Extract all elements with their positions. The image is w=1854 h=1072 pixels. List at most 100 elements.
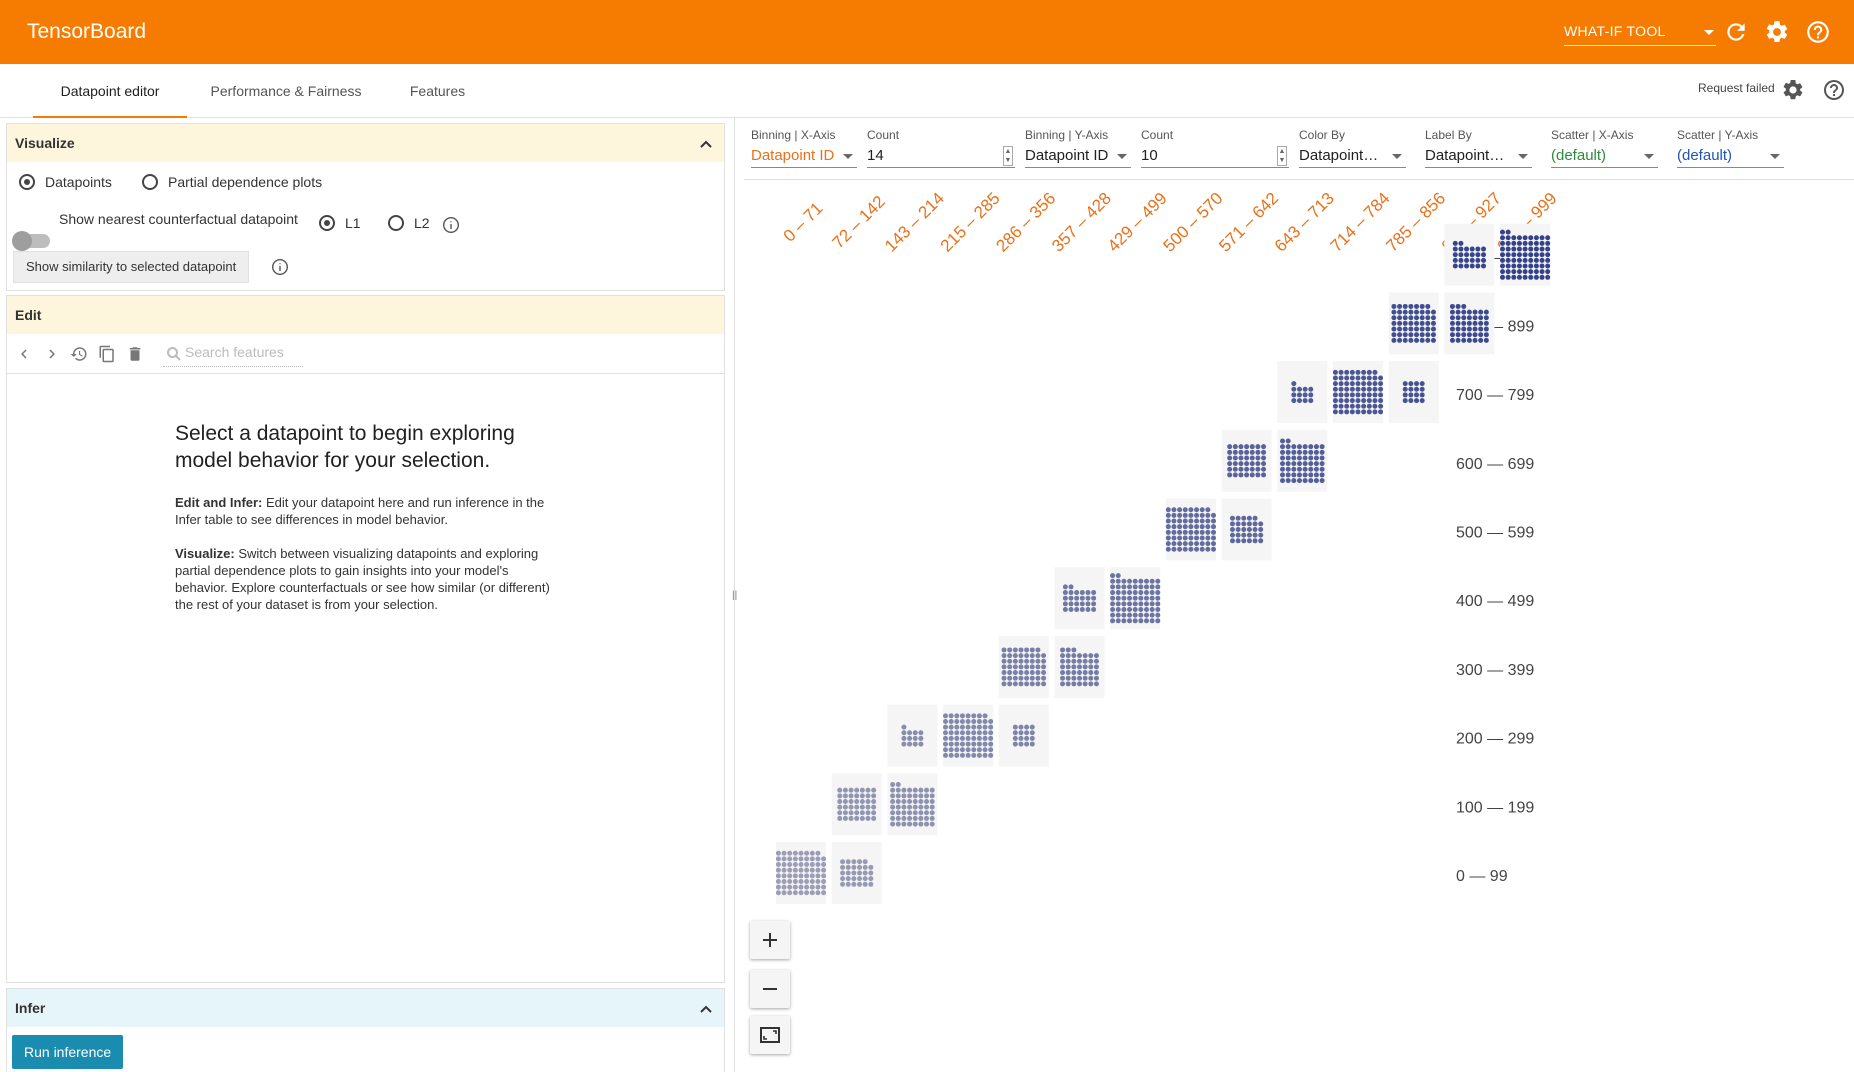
- datapoint-dot[interactable]: [854, 793, 860, 799]
- datapoint-dot[interactable]: [1182, 512, 1188, 518]
- datapoint-dot[interactable]: [1308, 444, 1314, 450]
- datapoint-dot[interactable]: [954, 752, 960, 758]
- datapoint-dot[interactable]: [1472, 320, 1478, 326]
- datapoint-dot[interactable]: [1171, 546, 1177, 552]
- datapoint-dot[interactable]: [1062, 590, 1068, 596]
- datapoint-dot[interactable]: [988, 747, 994, 753]
- datapoint-dot[interactable]: [1285, 478, 1291, 484]
- datapoint-dot[interactable]: [1007, 647, 1013, 653]
- datapoint-dot[interactable]: [1007, 664, 1013, 670]
- datapoint-dot[interactable]: [1332, 398, 1338, 404]
- datapoint-dot[interactable]: [1408, 326, 1414, 332]
- datapoint-dot[interactable]: [1082, 658, 1088, 664]
- datapoint-dot[interactable]: [1291, 461, 1297, 467]
- datapoint-dot[interactable]: [862, 864, 868, 870]
- datapoint-dot[interactable]: [1516, 235, 1522, 241]
- datapoint-dot[interactable]: [1060, 664, 1066, 670]
- datapoint-dot[interactable]: [929, 804, 935, 810]
- datapoint-dot[interactable]: [954, 718, 960, 724]
- datapoint-dot[interactable]: [1229, 515, 1235, 521]
- datapoint-dot[interactable]: [840, 859, 846, 865]
- datapoint-dot[interactable]: [1041, 675, 1047, 681]
- datapoint-dot[interactable]: [781, 878, 787, 884]
- datapoint-dot[interactable]: [1249, 472, 1255, 478]
- datapoint-dot[interactable]: [1079, 595, 1085, 601]
- datapoint-dot[interactable]: [1500, 229, 1505, 235]
- datapoint-dot[interactable]: [804, 850, 810, 856]
- datapoint-dot[interactable]: [1071, 647, 1077, 653]
- datapoint-dot[interactable]: [1082, 670, 1088, 676]
- datapoint-dot[interactable]: [918, 815, 924, 821]
- binning-x-control[interactable]: Binning | X-Axis Datapoint ID: [751, 128, 857, 168]
- datapoint-dot[interactable]: [781, 850, 787, 856]
- datapoint-dot[interactable]: [1461, 332, 1467, 338]
- datapoint-dot[interactable]: [1082, 653, 1088, 659]
- datapoint-dot[interactable]: [845, 870, 851, 876]
- datapoint-dot[interactable]: [1012, 730, 1018, 736]
- datapoint-dot[interactable]: [1302, 466, 1308, 472]
- datapoint-dot[interactable]: [1466, 332, 1472, 338]
- datapoint-dot[interactable]: [1232, 472, 1238, 478]
- datapoint-dot[interactable]: [1302, 461, 1308, 467]
- datapoint-dot[interactable]: [1060, 681, 1066, 687]
- datapoint-dot[interactable]: [1024, 741, 1030, 747]
- datapoint-dot[interactable]: [851, 876, 857, 882]
- datapoint-dot[interactable]: [1194, 512, 1200, 518]
- datapoint-dot[interactable]: [1414, 309, 1420, 315]
- datapoint-dot[interactable]: [821, 856, 827, 862]
- datapoint-dot[interactable]: [865, 787, 871, 793]
- datapoint-dot[interactable]: [821, 884, 827, 890]
- datapoint-dot[interactable]: [1478, 332, 1484, 338]
- datapoint-dot[interactable]: [1522, 257, 1528, 263]
- datapoint-dot[interactable]: [781, 856, 787, 862]
- datapoint-dot[interactable]: [1165, 535, 1171, 541]
- datapoint-dot[interactable]: [1121, 590, 1127, 596]
- datapoint-dot[interactable]: [1079, 601, 1085, 607]
- datapoint-dot[interactable]: [912, 730, 918, 736]
- datapoint-dot[interactable]: [1205, 512, 1211, 518]
- datapoint-dot[interactable]: [1430, 326, 1436, 332]
- datapoint-dot[interactable]: [959, 713, 965, 719]
- datapoint-dot[interactable]: [1115, 612, 1121, 618]
- datapoint-dot[interactable]: [1199, 507, 1205, 513]
- counterfactual-toggle[interactable]: [12, 231, 50, 251]
- datapoint-dot[interactable]: [907, 821, 913, 827]
- datapoint-dot[interactable]: [1082, 664, 1088, 670]
- datapoint-dot[interactable]: [1338, 398, 1344, 404]
- datapoint-dot[interactable]: [1082, 675, 1088, 681]
- datapoint-dot[interactable]: [1018, 675, 1024, 681]
- datapoint-dot[interactable]: [929, 798, 935, 804]
- datapoint-dot[interactable]: [1229, 538, 1235, 544]
- datapoint-dot[interactable]: [1261, 461, 1267, 467]
- datapoint-dot[interactable]: [798, 850, 804, 856]
- datapoint-dot[interactable]: [918, 787, 924, 793]
- datapoint-dot[interactable]: [1481, 257, 1487, 263]
- datapoint-dot[interactable]: [1024, 730, 1030, 736]
- datapoint-dot[interactable]: [918, 821, 924, 827]
- datapoint-dot[interactable]: [851, 881, 857, 887]
- bin-cell[interactable]: [1444, 223, 1495, 286]
- datapoint-dot[interactable]: [1296, 466, 1302, 472]
- datapoint-dot[interactable]: [1302, 386, 1308, 392]
- datapoint-dot[interactable]: [787, 890, 793, 896]
- datapoint-dot[interactable]: [1211, 512, 1216, 518]
- datapoint-dot[interactable]: [1088, 664, 1094, 670]
- datapoint-dot[interactable]: [1227, 455, 1233, 461]
- datapoint-dot[interactable]: [1291, 381, 1297, 387]
- datapoint-dot[interactable]: [965, 735, 971, 741]
- datapoint-dot[interactable]: [809, 867, 815, 873]
- datapoint-dot[interactable]: [1545, 246, 1551, 252]
- datapoint-dot[interactable]: [1419, 337, 1425, 343]
- datapoint-dot[interactable]: [901, 798, 907, 804]
- datapoint-dot[interactable]: [1516, 269, 1522, 275]
- datapoint-dot[interactable]: [837, 798, 843, 804]
- datapoint-dot[interactable]: [1235, 515, 1241, 521]
- datapoint-dot[interactable]: [1455, 332, 1461, 338]
- datapoint-dot[interactable]: [1199, 541, 1205, 547]
- datapoint-dot[interactable]: [1414, 337, 1420, 343]
- datapoint-dot[interactable]: [1378, 398, 1384, 404]
- datapoint-dot[interactable]: [890, 787, 896, 793]
- datapoint-dot[interactable]: [1397, 320, 1403, 326]
- datapoint-dot[interactable]: [1349, 381, 1355, 387]
- datapoint-dot[interactable]: [1132, 584, 1138, 590]
